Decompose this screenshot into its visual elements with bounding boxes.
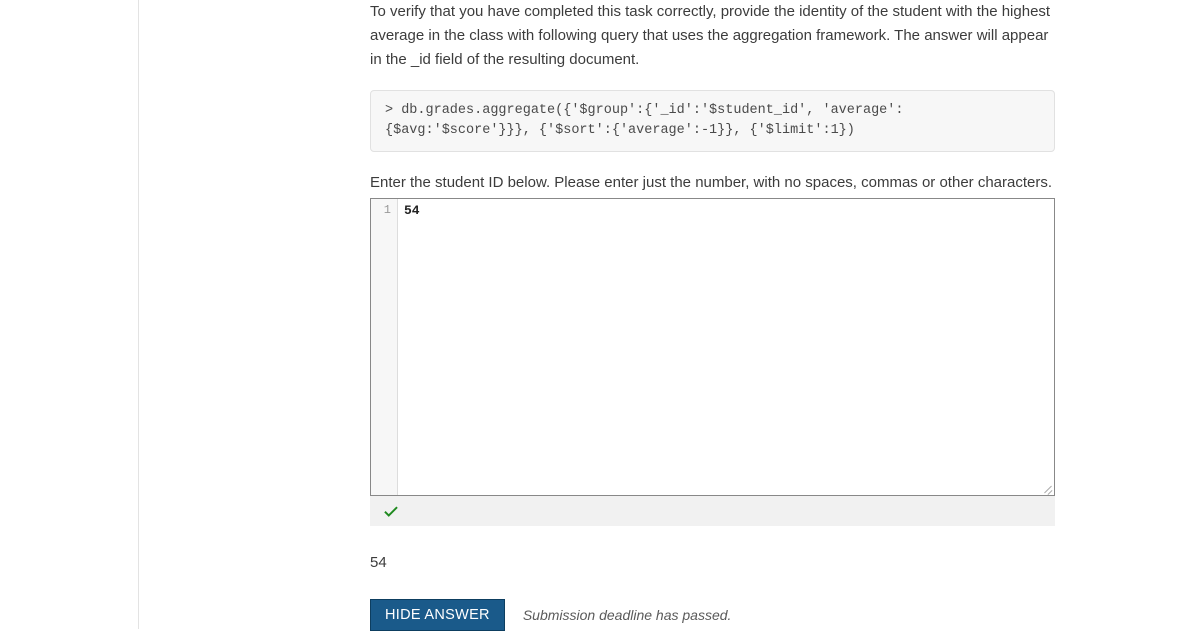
query-code-block: > db.grades.aggregate({'$group':{'_id':'… bbox=[370, 90, 1055, 152]
deadline-message: Submission deadline has passed. bbox=[523, 607, 732, 623]
feedback-bar bbox=[370, 496, 1055, 526]
main-content: To verify that you have completed this t… bbox=[370, 0, 1055, 631]
editor-textarea[interactable]: 54 bbox=[398, 199, 1054, 495]
answer-editor[interactable]: 1 54 bbox=[370, 198, 1055, 496]
answer-output: 54 bbox=[370, 554, 1055, 571]
editor-content: 54 bbox=[404, 203, 420, 218]
action-row: HIDE ANSWER Submission deadline has pass… bbox=[370, 599, 1055, 631]
sidebar-divider bbox=[138, 0, 139, 629]
instruction-text: To verify that you have completed this t… bbox=[370, 0, 1055, 72]
line-number: 1 bbox=[371, 203, 391, 217]
correct-check-icon bbox=[380, 502, 402, 520]
resize-handle[interactable] bbox=[1040, 481, 1054, 495]
hide-answer-button[interactable]: HIDE ANSWER bbox=[370, 599, 505, 631]
input-prompt-label: Enter the student ID below. Please enter… bbox=[370, 172, 1055, 194]
editor-line-gutter: 1 bbox=[371, 199, 398, 495]
